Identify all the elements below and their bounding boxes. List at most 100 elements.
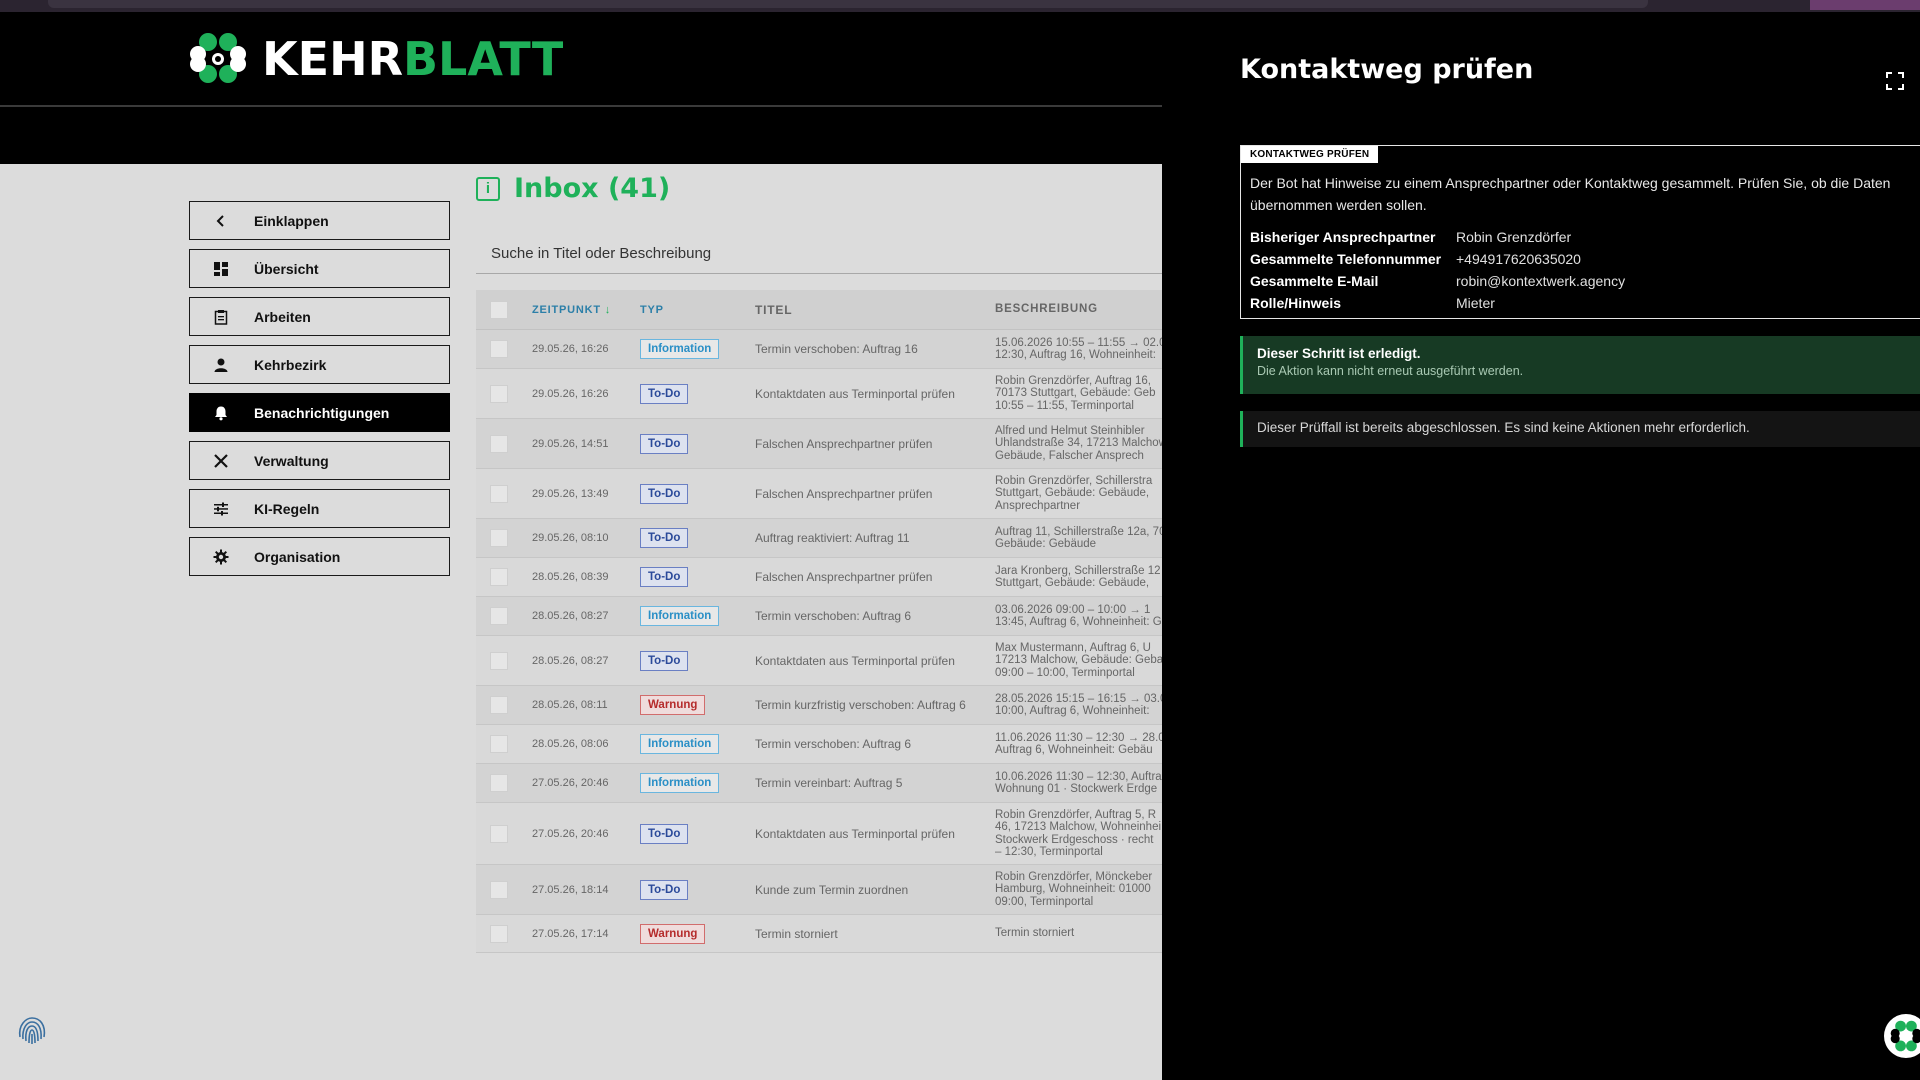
field-row: Gesammelte Telefonnummer +494917620635020: [1250, 248, 1625, 270]
contact-check-card: KONTAKTWEG PRÜFEN Der Bot hat Hinweise z…: [1240, 145, 1920, 319]
table-row[interactable]: 29.05.26, 16:26 To-Do Kontaktdaten aus Ter…: [476, 369, 1162, 419]
brand-logo[interactable]: KEHRBLATT: [186, 28, 563, 90]
type-badge: Information: [640, 606, 720, 626]
table-row[interactable]: 29.05.26, 14:51 To-Do Falschen Ansprechpar…: [476, 419, 1165, 469]
row-checkbox[interactable]: [490, 607, 508, 625]
sidebar-item-verwaltung[interactable]: Verwaltung: [189, 441, 450, 480]
table-row[interactable]: 28.05.26, 08:39 To-Do Falschen Ansprechpar…: [476, 558, 1162, 597]
row-checkbox[interactable]: [490, 924, 508, 943]
column-header-title[interactable]: TITEL: [755, 303, 995, 317]
done-subtitle: Die Aktion kann nicht erneut ausgeführt …: [1257, 364, 1524, 378]
fingerprint-icon[interactable]: [14, 1013, 50, 1049]
description-line: 03.06.2026 09:00 – 10:00 → 1: [995, 603, 1151, 616]
select-all-checkbox[interactable]: [490, 300, 508, 319]
table-row[interactable]: 28.05.26, 08:06 Information Termin verscho…: [476, 725, 1165, 764]
table-row[interactable]: 27.05.26, 18:14 To-Do Kunde zum Termin zuo…: [476, 865, 1162, 915]
sidebar-item-ki-regeln[interactable]: KI-Regeln: [189, 489, 450, 528]
type-badge: To-Do: [640, 433, 689, 454]
info-icon: i: [476, 176, 500, 201]
person-icon: [212, 356, 230, 374]
browser-tab[interactable]: [48, 0, 1648, 8]
row-title: Falschen Ansprechpartner prüfen: [755, 486, 933, 501]
row-type: To-Do: [640, 650, 755, 671]
row-time: 27.05.26, 18:14: [532, 883, 609, 896]
sidebar-item-organisation[interactable]: Organisation: [189, 537, 450, 576]
description-line: 46, 17213 Malchow, Wohneinhei: [995, 821, 1162, 833]
column-header-description[interactable]: BESCHREIBUNG: [995, 303, 1165, 316]
table-row[interactable]: 27.05.26, 20:46 To-Do Kontaktdaten aus Ter…: [476, 803, 1162, 865]
row-title: Termin vereinbart: Auftrag 5: [755, 776, 903, 790]
row-time: 29.05.26, 16:26: [532, 387, 609, 400]
sidebar-item-einklappen[interactable]: Einklappen: [189, 201, 450, 240]
row-title: Kontaktdaten aus Terminportal prüfen: [755, 826, 955, 841]
sidebar-item-benachrichtigungen[interactable]: Benachrichtigungen: [189, 393, 450, 432]
sidebar-item-uebersicht[interactable]: Übersicht: [189, 249, 450, 288]
bot-avatar[interactable]: [1884, 1014, 1920, 1058]
row-checkbox[interactable]: [490, 824, 508, 843]
row-description: Termin storniert: [995, 927, 1165, 940]
row-description: 28.05.2026 15:15 – 16:15 → 03.0 10:00, Au…: [995, 693, 1165, 718]
table-row[interactable]: 29.05.26, 16:26 Information Termin verscho…: [476, 330, 1165, 369]
row-checkbox[interactable]: [490, 774, 508, 792]
description-line: Alfred und Helmut Steinhibler: [995, 424, 1145, 437]
sliders-icon: [212, 500, 230, 518]
clover-logo-icon: [190, 33, 246, 83]
sidebar-item-kehrbezirk[interactable]: Kehrbezirk: [189, 345, 450, 384]
description-line: Robin Grenzdörfer, Auftrag 5, R: [995, 808, 1157, 821]
type-badge: To-Do: [640, 823, 689, 844]
row-type: To-Do: [640, 433, 755, 454]
row-checkbox[interactable]: [490, 434, 508, 453]
app-header: KEHRBLATT: [0, 12, 1162, 164]
description-line: Robin Grenzdörfer, Mönckeber: [995, 870, 1153, 883]
description-line: Gebäude: Gebäude: [995, 538, 1097, 550]
description-line: 11.06.2026 11:30 – 12:30 → 28.0: [995, 731, 1165, 744]
field-row: Gesammelte E-Mail robin@kontextwerk.agenc…: [1250, 270, 1625, 292]
search-input[interactable]: Suche in Titel oder Beschreibung: [476, 234, 1162, 274]
table-row[interactable]: 28.05.26, 08:11 Warnung Termin kurzfristig…: [476, 686, 1165, 725]
description-line: 12:30, Auftrag 16, Wohneinheit:: [995, 349, 1156, 361]
table-row[interactable]: 27.05.26, 17:14 Warnung Termin storniert Te…: [476, 915, 1162, 953]
sidebar-item-arbeiten[interactable]: Arbeiten: [189, 297, 450, 336]
type-badge: To-Do: [640, 483, 689, 504]
field-value: Robin Grenzdörfer: [1456, 229, 1572, 245]
row-checkbox[interactable]: [490, 384, 508, 403]
table-row[interactable]: 27.05.26, 20:46 Information Termin vereinb…: [476, 764, 1165, 803]
table-body: 29.05.26, 16:26 Information Termin verscho…: [476, 330, 1165, 953]
type-badge: To-Do: [640, 567, 689, 587]
row-description: Max Mustermann, Auftrag 6, U 17213 Malcho…: [995, 642, 1165, 680]
row-checkbox[interactable]: [490, 340, 508, 358]
row-checkbox[interactable]: [490, 880, 508, 899]
fullscreen-icon[interactable]: [1886, 72, 1904, 90]
column-header-time[interactable]: ZEITPUNKT ↓: [532, 304, 640, 316]
column-header-type[interactable]: TYP: [640, 304, 755, 316]
row-time: 27.05.26, 17:14: [532, 927, 609, 940]
row-checkbox[interactable]: [490, 529, 508, 547]
row-time: 28.05.26, 08:11: [532, 699, 608, 711]
row-title: Kunde zum Termin zuordnen: [755, 882, 909, 897]
row-checkbox[interactable]: [490, 484, 508, 503]
row-checkbox[interactable]: [490, 696, 508, 714]
sidebar: Einklappen Übersicht Arbeiten Kehrbezirk…: [189, 201, 450, 585]
description-line: 10.06.2026 11:30 – 12:30, Auftrag: [995, 770, 1165, 783]
row-checkbox[interactable]: [490, 651, 508, 670]
description-line: Wohnung 01 · Stockwerk Erdge: [995, 783, 1158, 795]
table-row[interactable]: 29.05.26, 08:10 To-Do Auftrag reaktiviert:…: [476, 519, 1165, 558]
detail-panel: Kontaktweg prüfen KONTAKTWEG PRÜFEN Der …: [1162, 12, 1920, 1080]
done-title: Dieser Schritt ist erledigt.: [1257, 346, 1421, 361]
row-time: 29.05.26, 13:49: [532, 487, 609, 500]
table-row[interactable]: 28.05.26, 08:27 Information Termin verscho…: [476, 597, 1162, 636]
row-description: Robin Grenzdörfer, Mönckeber Hamburg, Woh…: [995, 871, 1165, 909]
row-type: To-Do: [640, 567, 755, 587]
field-value: robin@kontextwerk.agency: [1456, 273, 1626, 289]
row-checkbox[interactable]: [490, 735, 508, 753]
row-time: 28.05.26, 08:39: [532, 571, 609, 583]
row-checkbox[interactable]: [490, 568, 508, 586]
row-time: 28.05.26, 08:27: [532, 610, 609, 622]
row-type: Warnung: [640, 695, 755, 715]
sidebar-item-label: KI-Regeln: [254, 500, 320, 517]
table-row[interactable]: 28.05.26, 08:27 To-Do Kontaktdaten aus Ter…: [476, 636, 1165, 686]
row-time: 29.05.26, 14:51: [532, 437, 609, 450]
type-badge: To-Do: [640, 383, 689, 404]
table-row[interactable]: 29.05.26, 13:49 To-Do Falschen Ansprechpar…: [476, 469, 1162, 519]
row-type: Information: [640, 606, 755, 626]
